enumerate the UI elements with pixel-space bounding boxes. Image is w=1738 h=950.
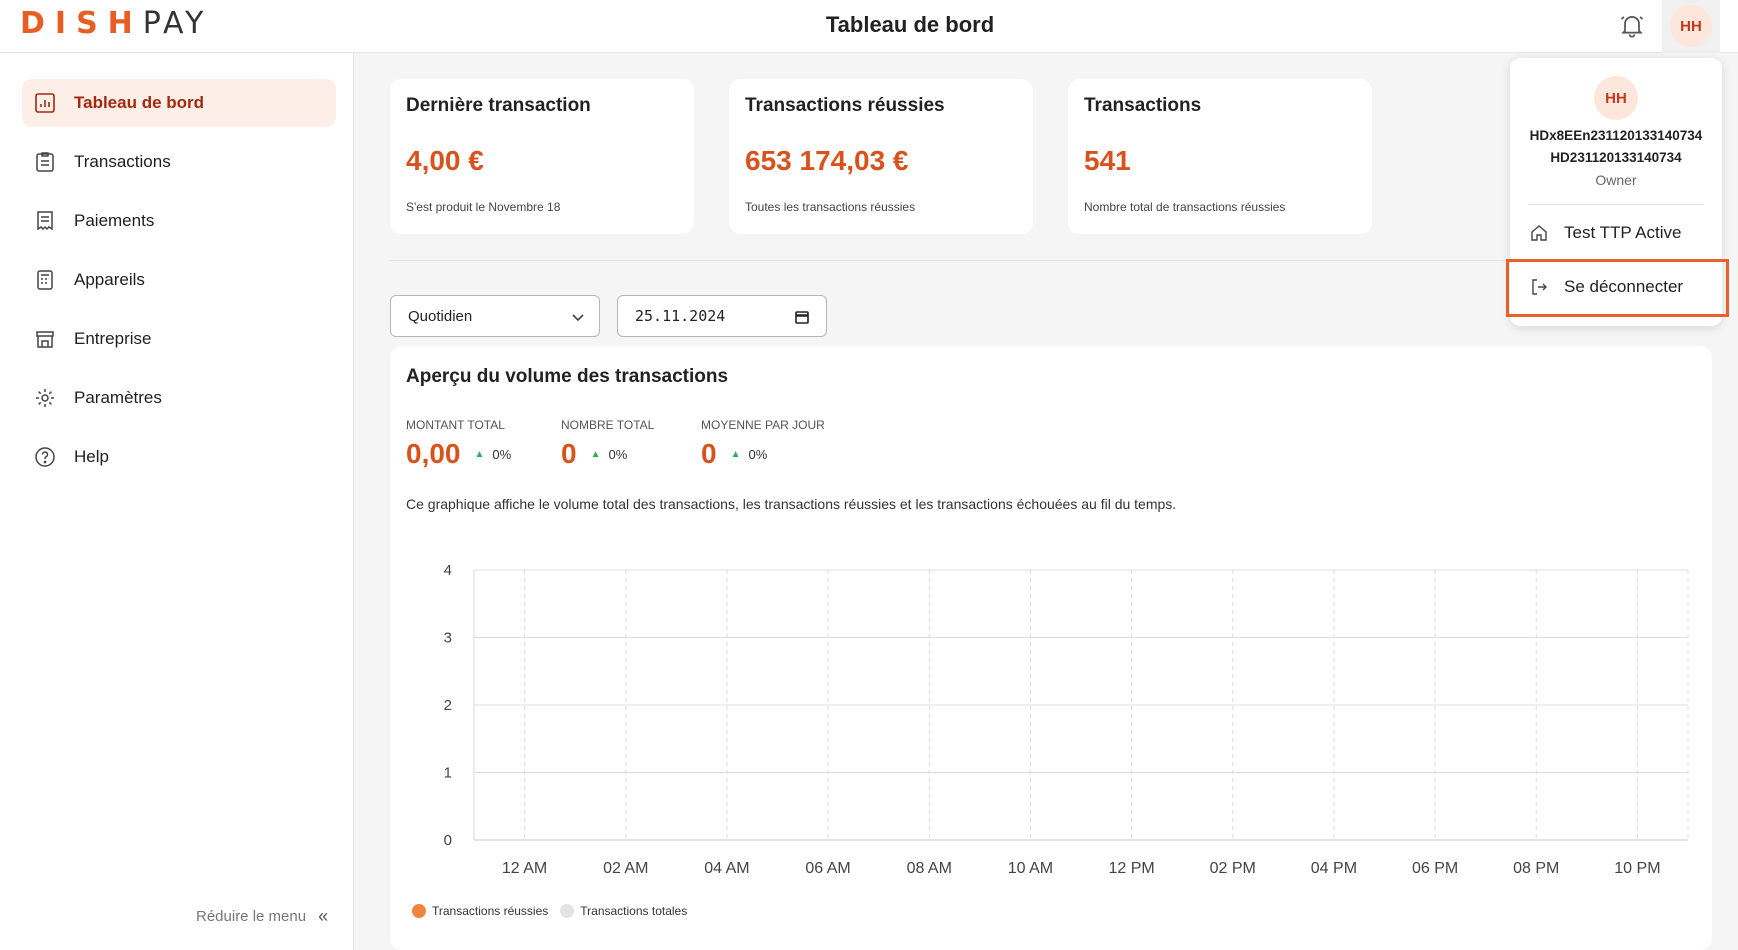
account-id: HDx8EEn231120133140734 (1529, 128, 1703, 143)
double-chevron-left-icon: « (318, 906, 329, 926)
legend-swatch (412, 904, 426, 918)
chart-legend: Transactions réussies Transactions total… (412, 904, 699, 918)
sidebar-item-settings[interactable]: Paramètres (22, 374, 336, 422)
date-input[interactable]: 25.11.2024 (617, 295, 827, 337)
bell-icon[interactable] (1618, 11, 1646, 39)
logout-highlight-box (1506, 259, 1729, 317)
avatar[interactable]: HH (1670, 5, 1712, 47)
period-select[interactable]: Quotidien (390, 295, 600, 337)
card-value: 653 174,03 € (745, 145, 909, 176)
merchant-id: HD231120133140734 (1550, 150, 1682, 165)
y-tick-label: 0 (444, 832, 452, 849)
card-subtitle: Nombre total de transactions réussies (1084, 200, 1286, 214)
sidebar-item-label: Help (74, 447, 109, 466)
sidebar-item-payments[interactable]: Paiements (22, 197, 336, 245)
x-tick-label: 02 PM (1210, 860, 1256, 877)
y-tick-label: 2 (444, 697, 452, 714)
sidebar-item-label: Paiements (74, 211, 155, 230)
gear-icon (36, 389, 54, 407)
sidebar-item-label: Paramètres (74, 388, 162, 407)
collapse-menu-label: Réduire le menu (196, 908, 307, 925)
sidebar-item-business[interactable]: Entreprise (22, 315, 336, 363)
user-role: Owner (1595, 172, 1637, 188)
legend-label: Transactions réussies (432, 904, 549, 918)
sidebar-item-help[interactable]: Help (22, 433, 336, 481)
menu-item-test-ttp-active[interactable]: Test TTP Active (1530, 215, 1710, 251)
card-subtitle: Toutes les transactions réussies (745, 200, 916, 214)
page-title: Tableau de bord (825, 12, 995, 37)
legend-item-total[interactable]: Transactions totales (560, 904, 687, 918)
card-successful-transactions: Transactions réussies 653 174,03 € Toute… (729, 79, 1033, 234)
card-value: 4,00 € (406, 145, 484, 176)
x-tick-label: 04 PM (1311, 860, 1357, 877)
section-divider (390, 260, 1510, 261)
store-icon (36, 331, 54, 348)
y-tick-label: 3 (444, 630, 452, 647)
x-tick-label: 06 PM (1412, 860, 1458, 877)
card-subtitle: S'est produit le Novembre 18 (406, 200, 561, 214)
x-tick-label: 02 AM (603, 860, 648, 877)
legend-item-successful[interactable]: Transactions réussies (412, 904, 548, 918)
sidebar-item-dashboard[interactable]: Tableau de bord (22, 79, 336, 127)
x-tick-label: 08 PM (1513, 860, 1559, 877)
y-tick-label: 4 (444, 562, 452, 579)
date-input-value: 25.11.2024 (635, 307, 726, 325)
help-icon (35, 447, 55, 467)
top-header: DISHPAY Tableau de bord HH (0, 0, 1738, 53)
x-tick-label: 10 PM (1614, 860, 1660, 877)
legend-label: Transactions totales (580, 904, 688, 918)
legend-swatch (560, 904, 575, 918)
dropdown-avatar: HH (1594, 76, 1638, 120)
period-select-value: Quotidien (408, 307, 473, 325)
receipt-icon (37, 211, 53, 231)
clipboard-icon (36, 152, 54, 172)
card-title: Transactions (1084, 95, 1202, 116)
x-tick-label: 10 AM (1008, 860, 1053, 877)
card-title: Transactions réussies (745, 95, 945, 116)
x-tick-label: 12 AM (502, 860, 547, 877)
card-transactions-count: Transactions 541 Nombre total de transac… (1068, 79, 1372, 234)
collapse-menu-button[interactable]: Réduire le menu « (196, 906, 328, 927)
card-value: 541 (1084, 145, 1131, 176)
transaction-volume-chart: 0 1 2 3 4 12 AM 02 AM 04 AM 06 AM 08 AM 10 AM 12 PM… (444, 562, 1689, 877)
menu-item-label: Test TTP Active (1564, 223, 1682, 242)
dashboard-icon (35, 93, 55, 113)
y-tick-label: 1 (444, 765, 452, 782)
sidebar-item-label: Appareils (74, 270, 145, 289)
chevron-down-icon (572, 314, 584, 322)
sidebar-item-devices[interactable]: Appareils (22, 256, 336, 304)
transaction-volume-panel: Aperçu du volume des transactions MONTAN… (390, 346, 1712, 950)
device-icon (37, 270, 53, 290)
x-tick-label: 08 AM (907, 860, 952, 877)
card-last-transaction: Dernière transaction 4,00 € S'est produi… (390, 79, 694, 234)
x-tick-label: 06 AM (805, 860, 850, 877)
sidebar-item-label: Tableau de bord (74, 93, 205, 112)
card-title: Dernière transaction (406, 95, 591, 116)
sidebar: Tableau de bord Transactions Paiements A… (0, 53, 354, 950)
sidebar-item-transactions[interactable]: Transactions (22, 138, 336, 186)
x-tick-label: 12 PM (1108, 860, 1154, 877)
home-icon (1531, 225, 1547, 241)
x-tick-label: 04 AM (704, 860, 749, 877)
dropdown-divider (1528, 204, 1704, 205)
calendar-icon[interactable] (794, 309, 810, 325)
sidebar-item-label: Transactions (74, 152, 171, 171)
sidebar-item-label: Entreprise (74, 329, 152, 348)
